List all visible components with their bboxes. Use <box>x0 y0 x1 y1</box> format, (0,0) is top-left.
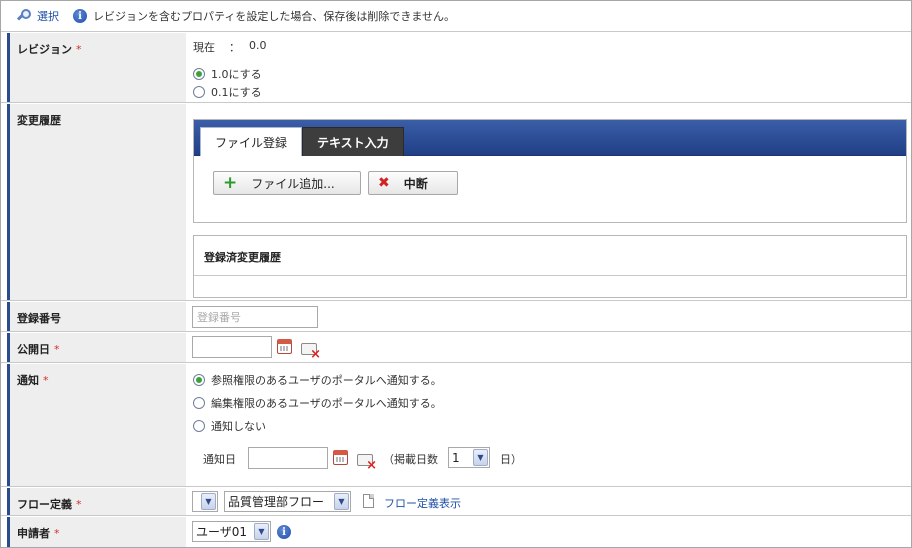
publish-date-input[interactable] <box>192 336 272 358</box>
required-mark: * <box>43 374 49 387</box>
notify-option-edit[interactable]: 編集権限のあるユーザのポータルへ通知する。 <box>193 395 442 411</box>
flow-row: フロー定義 * ▼ 品質管理部フロー ▼ フロー定義表示 <box>1 488 911 516</box>
revision-option-1-0[interactable]: 1.0にする <box>193 66 262 82</box>
add-file-label: ファイル追加... <box>251 176 335 191</box>
required-mark: * <box>54 343 60 356</box>
flow-select[interactable]: 品質管理部フロー ▼ <box>224 491 351 512</box>
revision-option-label: 0.1にする <box>211 86 262 99</box>
history-tabs-panel: ファイル登録 テキスト入力 + ファイル追加... ✖ 中断 <box>193 119 907 223</box>
posting-days-value: 1 <box>452 450 460 465</box>
tab-text-input[interactable]: テキスト入力 <box>302 127 404 156</box>
publish-date-row: 公開日 * <box>1 333 911 363</box>
form-window: 選択 i レビジョンを含むプロパティを設定した場合、保存後は削除できません。 レ… <box>0 0 912 548</box>
abort-label: 中断 <box>403 176 428 191</box>
toolbar: 選択 i レビジョンを含むプロパティを設定した場合、保存後は削除できません。 <box>1 1 911 32</box>
current-revision-value: 0.0 <box>249 39 267 52</box>
notify-date-input[interactable] <box>248 447 328 469</box>
reg-number-label: 登録番号 <box>7 302 186 331</box>
applicant-select[interactable]: ユーザ01 ▼ <box>192 521 271 542</box>
chevron-down-icon: ▼ <box>254 523 269 540</box>
notify-row: 通知 * 参照権限のあるユーザのポータルへ通知する。 編集権限のあるユーザのポータ… <box>1 364 911 487</box>
publish-date-label: 公開日 * <box>7 333 186 362</box>
posting-days-prefix: （掲載日数 <box>383 453 438 466</box>
registered-history-title: 登録済変更履歴 <box>204 251 281 264</box>
flow-label: フロー定義 * <box>7 488 186 515</box>
notify-option-label: 通知しない <box>211 420 266 433</box>
chevron-down-icon: ▼ <box>473 449 488 466</box>
tab-file-register[interactable]: ファイル登録 <box>200 127 303 156</box>
notify-value: 参照権限のあるユーザのポータルへ通知する。 編集権限のあるユーザのポータルへ通知… <box>187 364 911 486</box>
radio-button[interactable] <box>193 420 205 432</box>
reg-number-input[interactable] <box>192 306 318 328</box>
clear-date-icon[interactable] <box>357 454 377 472</box>
reg-number-value <box>187 302 911 331</box>
radio-button[interactable] <box>193 68 205 80</box>
radio-button[interactable] <box>193 374 205 386</box>
view-flow-link[interactable]: フロー定義表示 <box>384 495 461 511</box>
radio-button[interactable] <box>193 397 205 409</box>
revision-option-0-1[interactable]: 0.1にする <box>193 84 262 100</box>
reg-number-row: 登録番号 <box>1 302 911 332</box>
revision-label: レビジョン * <box>7 33 186 102</box>
registered-history-panel: 登録済変更履歴 <box>193 235 907 298</box>
clear-date-icon[interactable] <box>301 343 321 361</box>
divider <box>194 275 906 276</box>
publish-date-value <box>187 333 911 362</box>
notify-option-label: 編集権限のあるユーザのポータルへ通知する。 <box>211 397 442 410</box>
flow-value: ▼ 品質管理部フロー ▼ フロー定義表示 <box>187 488 911 515</box>
current-revision-label: 現在 <box>193 41 215 54</box>
radio-button[interactable] <box>193 86 205 98</box>
notify-label: 通知 * <box>7 364 186 486</box>
required-mark: * <box>76 43 82 56</box>
chevron-down-icon: ▼ <box>334 493 349 510</box>
notify-option-label: 参照権限のあるユーザのポータルへ通知する。 <box>211 374 442 387</box>
history-row: 変更履歴 ファイル登録 テキスト入力 + ファイル追加... ✖ 中断 登録済変… <box>1 104 911 301</box>
add-file-button[interactable]: + ファイル追加... <box>213 171 361 195</box>
select-link[interactable]: 選択 <box>37 8 59 24</box>
required-mark: * <box>76 498 82 511</box>
applicant-row: 申請者 * ユーザ01 ▼ i <box>1 517 911 547</box>
chevron-down-icon: ▼ <box>201 493 216 510</box>
calendar-icon[interactable] <box>277 339 292 354</box>
applicant-label: 申請者 * <box>7 517 186 547</box>
notify-date-label: 通知日 <box>203 453 236 466</box>
posting-days-suffix: 日） <box>500 453 522 466</box>
current-revision-separator: ： <box>229 41 240 54</box>
plus-icon: + <box>223 172 238 193</box>
revision-value: 現在 ： 0.0 1.0にする 0.1にする <box>187 33 911 102</box>
applicant-value: ユーザ01 ▼ i <box>187 517 911 547</box>
flow-category-select[interactable]: ▼ <box>192 491 218 512</box>
notify-option-none[interactable]: 通知しない <box>193 418 266 434</box>
tab-bar: ファイル登録 テキスト入力 <box>194 120 906 156</box>
history-value: ファイル登録 テキスト入力 + ファイル追加... ✖ 中断 登録済変更履歴 <box>187 104 911 300</box>
revision-option-label: 1.0にする <box>211 68 262 81</box>
info-icon: i <box>73 9 87 23</box>
history-label: 変更履歴 <box>7 104 186 300</box>
flow-select-value: 品質管理部フロー <box>228 495 325 509</box>
calendar-icon[interactable] <box>333 450 348 465</box>
notify-option-read[interactable]: 参照権限のあるユーザのポータルへ通知する。 <box>193 372 442 388</box>
cross-icon: ✖ <box>378 175 390 191</box>
posting-days-select[interactable]: 1 ▼ <box>448 447 490 468</box>
required-mark: * <box>54 527 60 540</box>
info-icon[interactable]: i <box>277 525 291 539</box>
document-icon <box>363 494 374 508</box>
notice-text: レビジョンを含むプロパティを設定した場合、保存後は削除できません。 <box>93 10 456 23</box>
revision-row: レビジョン * 現在 ： 0.0 1.0にする 0.1にする <box>1 33 911 103</box>
search-icon[interactable] <box>16 9 32 23</box>
abort-button[interactable]: ✖ 中断 <box>368 171 458 195</box>
applicant-select-value: ユーザ01 <box>196 525 248 539</box>
